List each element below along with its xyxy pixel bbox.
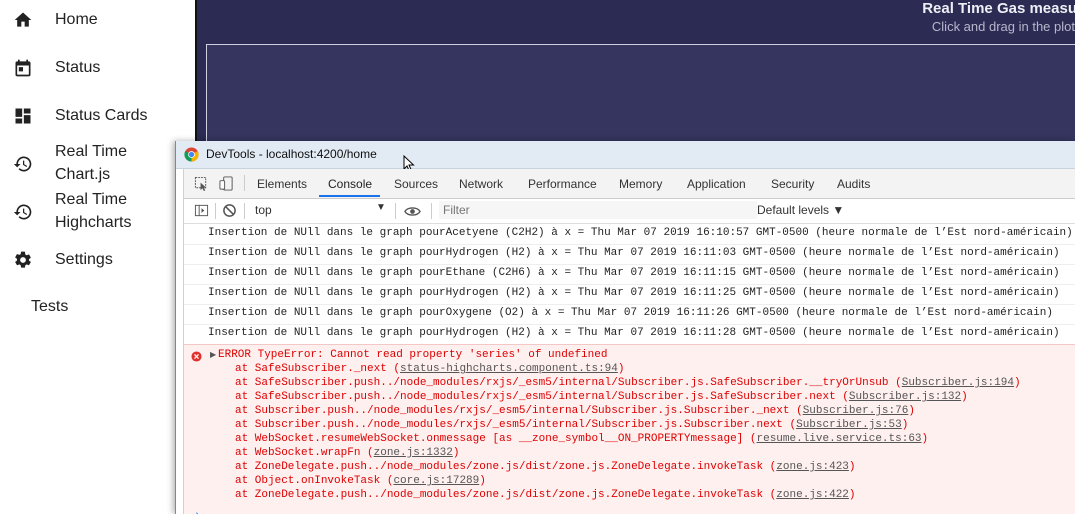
expand-triangle-icon[interactable]: ▶ (210, 350, 216, 359)
devtools-window-title: DevTools - localhost:4200/home (206, 147, 377, 161)
source-link[interactable]: Subscriber.js:132 (849, 391, 961, 403)
source-link[interactable]: Subscriber.js:76 (803, 405, 909, 417)
source-link[interactable]: core.js:17289 (393, 475, 479, 487)
devtools-panel: Elements Console Sources Network Perform… (183, 169, 1075, 514)
console-log-line: Insertion de NUll dans le graph pourOxyg… (184, 304, 1075, 325)
chevron-down-icon[interactable]: ▼ (376, 202, 386, 213)
home-icon (14, 12, 32, 27)
sidebar-item-label: Status Cards (55, 107, 148, 124)
source-link[interactable]: zone.js:422 (776, 489, 849, 501)
tab-console[interactable]: Console (328, 177, 372, 191)
tab-memory[interactable]: Memory (619, 177, 662, 191)
sidebar-item-status-cards[interactable]: Status Cards (0, 104, 195, 128)
stack-frame: at SafeSubscriber.push../node_modules/rx… (235, 391, 968, 403)
stack-frame: at Subscriber.push../node_modules/rxjs/_… (235, 405, 915, 417)
devtools-window: DevTools - localhost:4200/home Elements … (175, 141, 1075, 514)
stack-frame: at SafeSubscriber._next (status-highchar… (235, 363, 625, 375)
devtools-tab-bar: Elements Console Sources Network Perform… (184, 169, 1075, 199)
chart-title: Real Time Gas measu (922, 0, 1075, 17)
source-link[interactable]: Subscriber.js:53 (796, 419, 902, 431)
tab-audits[interactable]: Audits (837, 177, 870, 191)
sidebar-item-realtime-chartjs[interactable]: Real Time Chart.js (0, 140, 195, 188)
eye-icon[interactable] (404, 204, 421, 219)
sidebar-item-label: Settings (55, 251, 113, 268)
sidebar-item-label: Highcharts (55, 214, 132, 231)
error-icon (191, 351, 202, 362)
log-levels-dropdown[interactable]: Default levels ▼ (757, 203, 844, 217)
error-header: ERROR TypeError: Cannot read property 's… (218, 349, 608, 361)
history-icon (13, 156, 32, 172)
toolbar-divider (244, 175, 245, 191)
source-link[interactable]: status-highcharts.component.ts:94 (400, 363, 618, 375)
calendar-icon (15, 59, 31, 77)
sidebar-item-label: Real Time (55, 191, 128, 208)
sidebar-item-realtime-highcharts[interactable]: Real Time Highcharts (0, 188, 195, 236)
stack-frame: at ZoneDelegate.push../node_modules/zone… (235, 489, 856, 501)
history-icon (13, 204, 32, 220)
tab-security[interactable]: Security (771, 177, 814, 191)
gear-icon (15, 251, 31, 268)
toolbar-divider (244, 203, 245, 219)
stack-frame: at Object.onInvokeTask (core.js:17289) (235, 475, 486, 487)
source-link[interactable]: zone.js:423 (776, 461, 849, 473)
stack-frame: at ZoneDelegate.push../node_modules/zone… (235, 461, 856, 473)
chart-plot-area[interactable] (206, 44, 1075, 146)
sidebar-item-label: Real Time (55, 143, 128, 160)
tab-application[interactable]: Application (687, 177, 746, 191)
sidebar-item-label: Chart.js (55, 166, 111, 183)
stack-frame: at Subscriber.push../node_modules/rxjs/_… (235, 419, 909, 431)
device-toolbar-icon[interactable] (219, 176, 234, 191)
console-prompt[interactable]: › (194, 510, 201, 514)
source-link[interactable]: resume.live.service.ts:63 (757, 433, 922, 445)
console-log-line: Insertion de NUll dans le graph pourHydr… (184, 284, 1075, 305)
sidebar-nav: Home Status Status Cards Real Time Chart… (0, 0, 195, 514)
stack-frame: at WebSocket.wrapFn (zone.js:1332) (235, 447, 460, 459)
source-link[interactable]: zone.js:1332 (374, 447, 453, 459)
toolbar-divider (215, 203, 216, 219)
context-selector[interactable]: top (255, 203, 272, 217)
chrome-logo-icon (184, 147, 199, 162)
active-tab-indicator (319, 195, 380, 197)
console-error-message: ▶ ERROR TypeError: Cannot read property … (184, 344, 1075, 514)
stack-frame: at WebSocket.resumeWebSocket.onmessage [… (235, 433, 929, 445)
stack-frame: at SafeSubscriber.push../node_modules/rx… (235, 377, 1021, 389)
sidebar-toggle-icon[interactable] (194, 203, 209, 218)
console-log-line: Insertion de NUll dans le graph pourHydr… (184, 244, 1075, 265)
sidebar-item-home[interactable]: Home (0, 8, 195, 32)
console-log-line: Insertion de NUll dans le graph pourAcet… (184, 224, 1075, 245)
devtools-titlebar[interactable]: DevTools - localhost:4200/home (176, 141, 1075, 173)
sidebar-item-tests[interactable]: Tests (31, 296, 68, 318)
clear-console-icon[interactable] (222, 203, 237, 218)
console-filter-bar: top ▼ Default levels ▼ (184, 199, 1075, 224)
console-log-line: Insertion de NUll dans le graph pourHydr… (184, 324, 1075, 345)
source-link[interactable]: Subscriber.js:194 (902, 377, 1014, 389)
sidebar-item-label: Status (55, 59, 101, 76)
console-log-line: Insertion de NUll dans le graph pourEtha… (184, 264, 1075, 285)
sidebar-item-settings[interactable]: Settings (0, 248, 195, 272)
sidebar-item-label: Home (55, 11, 98, 28)
toolbar-divider (395, 203, 396, 219)
tab-network[interactable]: Network (459, 177, 503, 191)
sidebar-item-status[interactable]: Status (0, 56, 195, 80)
tab-performance[interactable]: Performance (528, 177, 597, 191)
console-filter-input[interactable] (439, 201, 757, 219)
tab-elements[interactable]: Elements (257, 177, 307, 191)
console-output: Insertion de NUll dans le graph pourAcet… (184, 224, 1075, 514)
toolbar-divider (431, 203, 432, 219)
dashboard-icon (15, 108, 31, 124)
chart-subtitle: Click and drag in the plot (931, 19, 1075, 34)
tab-sources[interactable]: Sources (394, 177, 438, 191)
inspect-element-icon[interactable] (194, 176, 209, 191)
